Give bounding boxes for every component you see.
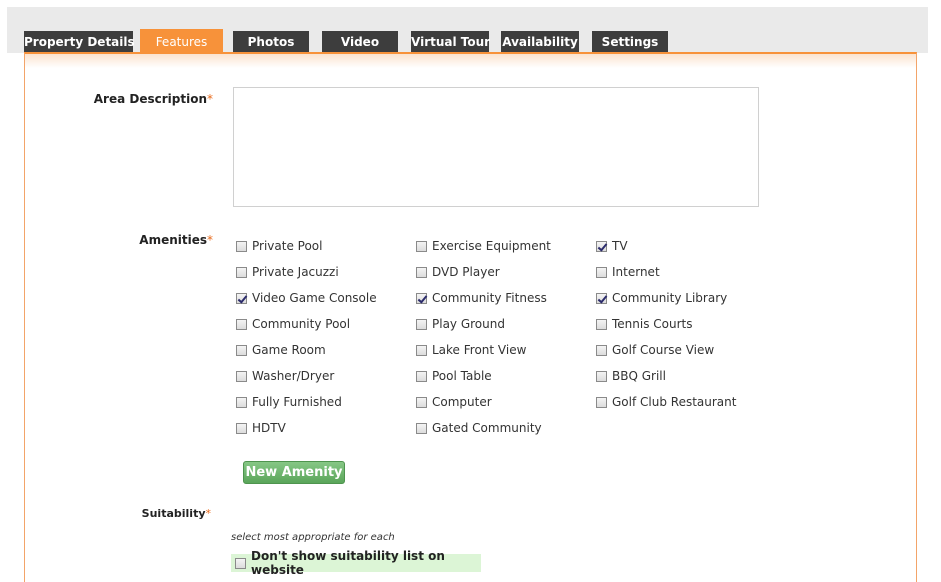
amenity-label: Fully Furnished — [252, 395, 342, 409]
amenity-item[interactable]: Golf Course View — [596, 341, 714, 359]
amenity-checkbox[interactable] — [596, 292, 607, 304]
dont-show-suitability-label: Don't show suitability list on website — [251, 549, 445, 577]
amenity-label: DVD Player — [432, 265, 500, 279]
amenity-label: Gated Community — [432, 421, 542, 435]
amenity-label: Golf Club Restaurant — [612, 395, 737, 409]
amenity-checkbox[interactable] — [596, 370, 607, 382]
amenity-checkbox[interactable] — [416, 422, 427, 434]
amenity-checkbox[interactable] — [416, 240, 427, 252]
amenity-checkbox[interactable] — [416, 370, 427, 382]
amenity-label: Video Game Console — [252, 291, 377, 305]
amenity-item[interactable]: HDTV — [236, 419, 286, 437]
amenity-item[interactable]: Tennis Courts — [596, 315, 693, 333]
amenity-checkbox[interactable] — [596, 266, 607, 278]
amenity-checkbox[interactable] — [416, 266, 427, 278]
required-mark: * — [207, 92, 213, 106]
amenity-item[interactable]: TV — [596, 237, 628, 255]
required-mark: * — [207, 233, 213, 247]
suitability-label: Suitability* — [142, 507, 211, 520]
amenity-item[interactable]: Play Ground — [416, 315, 505, 333]
amenity-checkbox[interactable] — [416, 344, 427, 356]
amenity-label: Play Ground — [432, 317, 505, 331]
amenity-label: Community Library — [612, 291, 728, 305]
amenity-label: Game Room — [252, 343, 326, 357]
dont-show-suitability-option[interactable]: Don't show suitability list on website — [231, 549, 481, 577]
amenity-item[interactable]: Computer — [416, 393, 492, 411]
tab-availability[interactable]: Availability — [501, 31, 579, 53]
amenity-label: Computer — [432, 395, 492, 409]
amenity-label: BBQ Grill — [612, 369, 666, 383]
amenity-label: Washer/Dryer — [252, 369, 335, 383]
amenity-checkbox[interactable] — [596, 240, 607, 252]
amenity-label: Community Pool — [252, 317, 351, 331]
amenity-label: Exercise Equipment — [432, 239, 551, 253]
required-mark: * — [205, 507, 212, 520]
amenities-label: Amenities* — [139, 233, 213, 247]
area-description-input[interactable] — [233, 87, 759, 207]
area-description-label-text: Area Description — [93, 92, 207, 106]
tab-video[interactable]: Video — [322, 31, 398, 53]
amenity-checkbox[interactable] — [596, 344, 607, 356]
amenity-item[interactable]: Community Library — [596, 289, 727, 307]
amenity-checkbox[interactable] — [416, 292, 427, 304]
tab-virtual-tour[interactable]: Virtual Tour — [411, 31, 490, 53]
amenity-label: Private Pool — [252, 239, 323, 253]
amenity-checkbox[interactable] — [596, 396, 607, 408]
amenity-label: Internet — [612, 265, 660, 279]
tab-photos[interactable]: Photos — [233, 31, 309, 53]
tab-features[interactable]: Features — [140, 29, 223, 53]
amenity-checkbox[interactable] — [236, 396, 247, 408]
dont-show-suitability-checkbox[interactable] — [235, 557, 246, 569]
amenity-checkbox[interactable] — [416, 318, 427, 330]
amenity-checkbox[interactable] — [236, 292, 247, 304]
amenity-item[interactable]: Community Pool — [236, 315, 350, 333]
amenity-item[interactable]: BBQ Grill — [596, 367, 666, 385]
amenity-checkbox[interactable] — [236, 370, 247, 382]
amenity-checkbox[interactable] — [236, 240, 247, 252]
amenity-item[interactable]: Game Room — [236, 341, 326, 359]
amenity-item[interactable]: Fully Furnished — [236, 393, 342, 411]
suitability-label-text: Suitability — [141, 507, 206, 520]
amenity-checkbox[interactable] — [236, 266, 247, 278]
amenity-item[interactable]: Video Game Console — [236, 289, 377, 307]
area-description-label: Area Description* — [94, 92, 213, 106]
amenity-label: Golf Course View — [612, 343, 715, 357]
amenity-label: HDTV — [252, 421, 286, 435]
amenity-item[interactable]: Community Fitness — [416, 289, 547, 307]
amenity-label: Pool Table — [432, 369, 492, 383]
amenity-label: Private Jacuzzi — [252, 265, 339, 279]
amenity-item[interactable]: Golf Club Restaurant — [596, 393, 736, 411]
amenity-checkbox[interactable] — [236, 344, 247, 356]
amenity-item[interactable]: Exercise Equipment — [416, 237, 551, 255]
amenity-item[interactable]: Internet — [596, 263, 660, 281]
tab-settings[interactable]: Settings — [592, 31, 668, 53]
amenity-item[interactable]: Private Jacuzzi — [236, 263, 339, 281]
amenity-label: Community Fitness — [432, 291, 547, 305]
new-amenity-button[interactable]: New Amenity — [243, 461, 345, 484]
amenity-checkbox[interactable] — [236, 318, 247, 330]
amenity-item[interactable]: DVD Player — [416, 263, 500, 281]
amenity-item[interactable]: Pool Table — [416, 367, 492, 385]
amenity-item[interactable]: Lake Front View — [416, 341, 526, 359]
amenity-label: TV — [612, 239, 628, 253]
amenity-item[interactable]: Washer/Dryer — [236, 367, 334, 385]
amenity-checkbox[interactable] — [596, 318, 607, 330]
panel-shade — [25, 54, 916, 68]
amenity-checkbox[interactable] — [416, 396, 427, 408]
amenities-label-text: Amenities — [139, 233, 207, 247]
amenity-label: Lake Front View — [432, 343, 527, 357]
amenity-label: Tennis Courts — [612, 317, 693, 331]
amenity-item[interactable]: Private Pool — [236, 237, 322, 255]
amenity-checkbox[interactable] — [236, 422, 247, 434]
suitability-hint: select most appropriate for each — [231, 532, 395, 543]
tab-property-details[interactable]: Property Details — [24, 31, 135, 53]
amenity-item[interactable]: Gated Community — [416, 419, 542, 437]
